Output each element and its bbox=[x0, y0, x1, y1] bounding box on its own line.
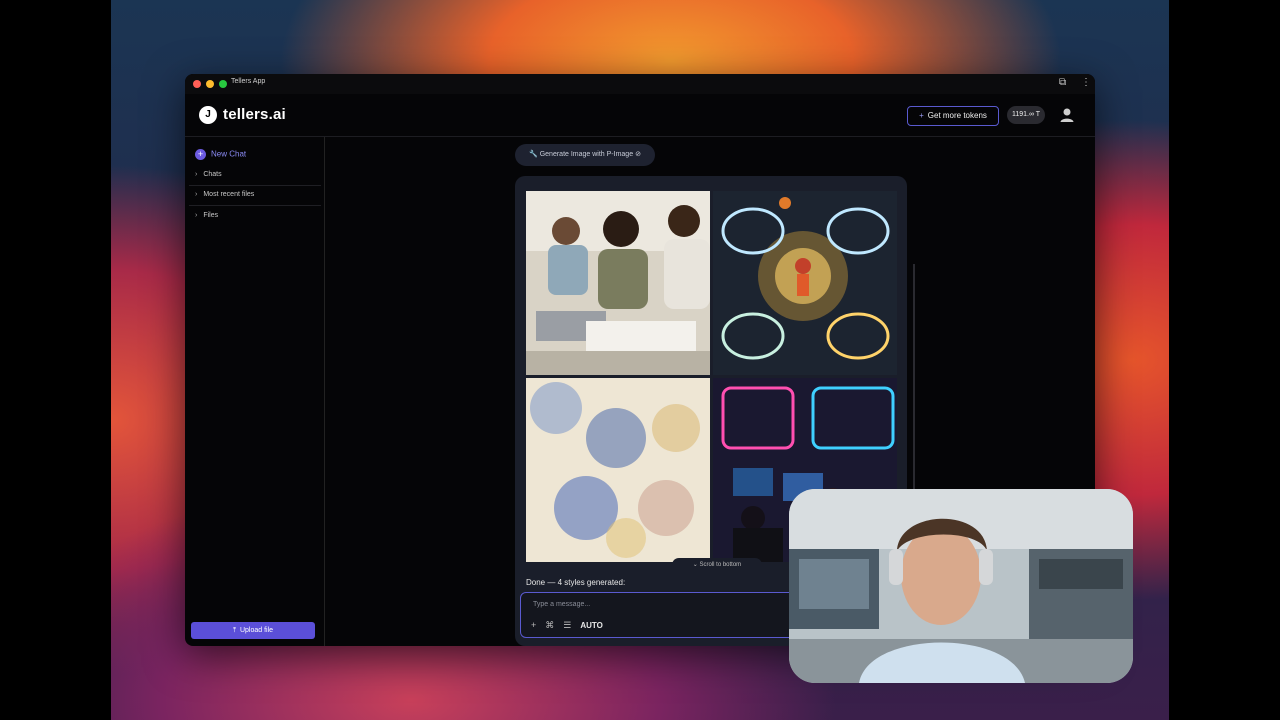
wrench-icon: 🔧 bbox=[529, 151, 538, 158]
command-icon[interactable]: ⌘ bbox=[545, 620, 554, 630]
maximize-window-button[interactable] bbox=[219, 80, 227, 88]
sidebar-item-files[interactable]: › Files bbox=[195, 212, 321, 219]
new-chat-label: New Chat bbox=[211, 149, 247, 159]
mode-selector[interactable]: AUTO bbox=[580, 621, 603, 630]
generated-image-watercolor[interactable] bbox=[526, 378, 710, 562]
chevron-right-icon: › bbox=[195, 171, 198, 178]
user-icon[interactable] bbox=[1059, 107, 1075, 123]
plus-icon: + bbox=[919, 111, 924, 120]
upload-file-button[interactable]: ⤒ Upload file bbox=[191, 622, 315, 639]
sidebar-item-label: Chats bbox=[203, 171, 222, 178]
divider bbox=[189, 205, 321, 206]
close-window-button[interactable] bbox=[193, 80, 201, 88]
scroll-to-bottom-label: Scroll to bottom bbox=[699, 562, 742, 568]
window-title: Tellers App bbox=[231, 78, 266, 85]
chevron-right-icon: › bbox=[195, 191, 198, 198]
upload-label: Upload file bbox=[239, 627, 274, 634]
divider bbox=[189, 185, 321, 186]
assistant-status-text: Done — 4 styles generated: bbox=[526, 578, 626, 587]
logo-icon: J bbox=[199, 106, 217, 124]
expand-icon[interactable]: ⧉ bbox=[1059, 77, 1066, 88]
more-icon[interactable]: ⋮ bbox=[1081, 77, 1091, 88]
photo-image bbox=[526, 191, 710, 375]
glowing-illustration-image bbox=[713, 191, 897, 375]
letterbox-right bbox=[1169, 0, 1280, 720]
app-header: J tellers.ai + Get more tokens 1191.∞ T bbox=[185, 94, 1095, 137]
plus-icon[interactable]: + bbox=[531, 620, 536, 630]
tool-call-pill[interactable]: 🔧 Generate Image with P-Image ⊘ bbox=[515, 144, 655, 166]
sidebar-item-label: Files bbox=[203, 212, 219, 219]
sidebar-item-recent-files[interactable]: › Most recent files bbox=[195, 191, 321, 198]
check-icon: ⊘ bbox=[635, 151, 641, 158]
get-more-tokens-button[interactable]: + Get more tokens bbox=[907, 106, 999, 126]
webcam-overlay bbox=[789, 489, 1133, 683]
sliders-icon[interactable]: ☰ bbox=[563, 620, 571, 630]
scroll-to-bottom-button[interactable]: ⌄ Scroll to bottom bbox=[672, 558, 762, 572]
upload-icon: ⤒ bbox=[232, 627, 237, 634]
tool-call-label: Generate Image with P-Image bbox=[539, 151, 634, 158]
generated-image-photo[interactable] bbox=[526, 191, 710, 375]
chevron-down-icon: ⌄ bbox=[692, 562, 698, 568]
plus-icon: + bbox=[195, 149, 206, 160]
presenter-video bbox=[789, 489, 1133, 683]
new-chat-button[interactable]: + New Chat bbox=[195, 149, 246, 160]
generated-image-glowing[interactable] bbox=[713, 191, 897, 375]
title-bar: Tellers App ⧉ ⋮ bbox=[185, 74, 1095, 94]
minimize-window-button[interactable] bbox=[206, 80, 214, 88]
sidebar-item-label: Most recent files bbox=[203, 191, 255, 198]
token-balance-badge: 1191.∞ T bbox=[1007, 106, 1045, 124]
input-toolbar: + ⌘ ☰ AUTO bbox=[531, 620, 612, 631]
message-input[interactable]: Type a message... bbox=[533, 601, 590, 608]
sidebar: + New Chat › Chats › Most recent files › Fil… bbox=[185, 137, 325, 646]
letterbox-left bbox=[0, 0, 111, 720]
logo-text: tellers.ai bbox=[223, 106, 286, 123]
watercolor-image bbox=[526, 378, 710, 562]
get-more-tokens-label: Get more tokens bbox=[927, 111, 987, 120]
sidebar-item-chats[interactable]: › Chats bbox=[195, 171, 321, 178]
chevron-right-icon: › bbox=[195, 212, 198, 219]
